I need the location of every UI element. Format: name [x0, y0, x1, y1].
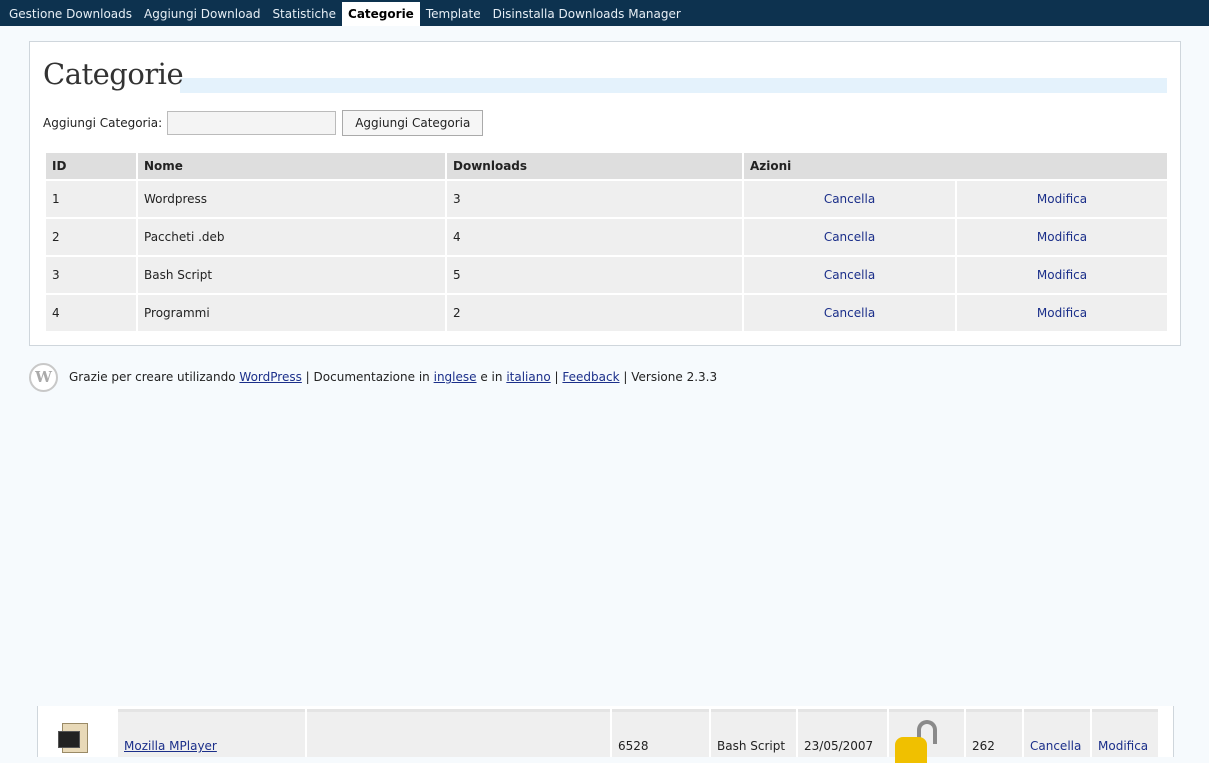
cell-id: 1 — [46, 181, 136, 217]
wordpress-logo-icon: W — [29, 362, 58, 392]
add-category-form: Aggiungi Categoria: Aggiungi Categoria — [43, 110, 484, 136]
footer: W Grazie per creare utilizando WordPress… — [29, 362, 717, 392]
nav-aggiungi-download[interactable]: Aggiungi Download — [138, 0, 266, 26]
footer-text-1: Grazie per creare utilizando — [69, 370, 236, 384]
cell-name: Wordpress — [138, 181, 445, 217]
nav-template[interactable]: Template — [420, 0, 487, 26]
delete-link[interactable]: Cancella — [824, 192, 875, 206]
cell-id: 2 — [46, 219, 136, 255]
download-description — [307, 709, 610, 757]
header-actions: Azioni — [744, 153, 1167, 179]
cell-name: Bash Script — [138, 257, 445, 293]
table-row: 4 Programmi 2 Cancella Modifica — [46, 295, 1167, 331]
table-row: 2 Paccheti .deb 4 Cancella Modifica — [46, 219, 1167, 255]
cell-downloads: 3 — [447, 181, 742, 217]
delete-link[interactable]: Cancella — [824, 230, 875, 244]
footer-link-feedback[interactable]: Feedback — [562, 370, 619, 384]
edit-link[interactable]: Modifica — [1037, 230, 1087, 244]
nav-statistiche[interactable]: Statistiche — [266, 0, 342, 26]
edit-link[interactable]: Modifica — [1037, 268, 1087, 282]
edit-link[interactable]: Modifica — [1037, 306, 1087, 320]
footer-link-wordpress[interactable]: WordPress — [239, 370, 301, 384]
download-category: Bash Script — [711, 709, 796, 757]
footer-link-italiano[interactable]: italiano — [506, 370, 550, 384]
add-category-label: Aggiungi Categoria: — [43, 116, 163, 130]
footer-link-inglese[interactable]: inglese — [434, 370, 477, 384]
top-navigation: Gestione Downloads Aggiungi Download Sta… — [0, 0, 1209, 26]
header-name: Nome — [138, 153, 445, 179]
nav-disinstalla[interactable]: Disinstalla Downloads Manager — [487, 0, 687, 26]
cell-downloads: 2 — [447, 295, 742, 331]
footer-text-3: e in — [480, 370, 503, 384]
cell-downloads: 5 — [447, 257, 742, 293]
cell-name: Paccheti .deb — [138, 219, 445, 255]
cell-id: 4 — [46, 295, 136, 331]
delete-link[interactable]: Cancella — [824, 268, 875, 282]
download-hits: 262 — [966, 709, 1022, 757]
footer-text-4: | — [554, 370, 559, 384]
edit-link[interactable]: Modifica — [1098, 739, 1148, 753]
footer-text-2: | Documentazione in — [305, 370, 430, 384]
header-downloads: Downloads — [447, 153, 742, 179]
nav-categorie[interactable]: Categorie — [342, 2, 420, 26]
edit-link[interactable]: Modifica — [1037, 192, 1087, 206]
delete-link[interactable]: Cancella — [1030, 739, 1081, 753]
add-category-button[interactable]: Aggiungi Categoria — [342, 110, 484, 136]
download-date: 23/05/2007 — [798, 709, 887, 757]
table-row: 1 Wordpress 3 Cancella Modifica — [46, 181, 1167, 217]
cell-id: 3 — [46, 257, 136, 293]
page-title: Categorie — [43, 57, 184, 91]
table-row: Mozilla MPlayer 6528 Bash Script 23/05/2… — [40, 709, 1160, 763]
footer-text-5: | Versione 2.3.3 — [623, 370, 718, 384]
unlocked-padlock-icon — [895, 720, 945, 763]
cell-name: Programmi — [138, 295, 445, 331]
header-id: ID — [46, 153, 136, 179]
download-name-link[interactable]: Mozilla MPlayer — [124, 739, 217, 753]
table-row: 3 Bash Script 5 Cancella Modifica — [46, 257, 1167, 293]
terminal-file-icon — [58, 723, 88, 753]
title-underline-band — [180, 78, 1167, 93]
categories-table: ID Nome Downloads Azioni 1 Wordpress 3 C… — [44, 151, 1169, 333]
categories-panel: Categorie Aggiungi Categoria: Aggiungi C… — [29, 41, 1181, 346]
delete-link[interactable]: Cancella — [824, 306, 875, 320]
download-size: 6528 — [612, 709, 709, 757]
nav-gestione-downloads[interactable]: Gestione Downloads — [3, 0, 138, 26]
category-name-input[interactable] — [167, 111, 337, 135]
cell-downloads: 4 — [447, 219, 742, 255]
